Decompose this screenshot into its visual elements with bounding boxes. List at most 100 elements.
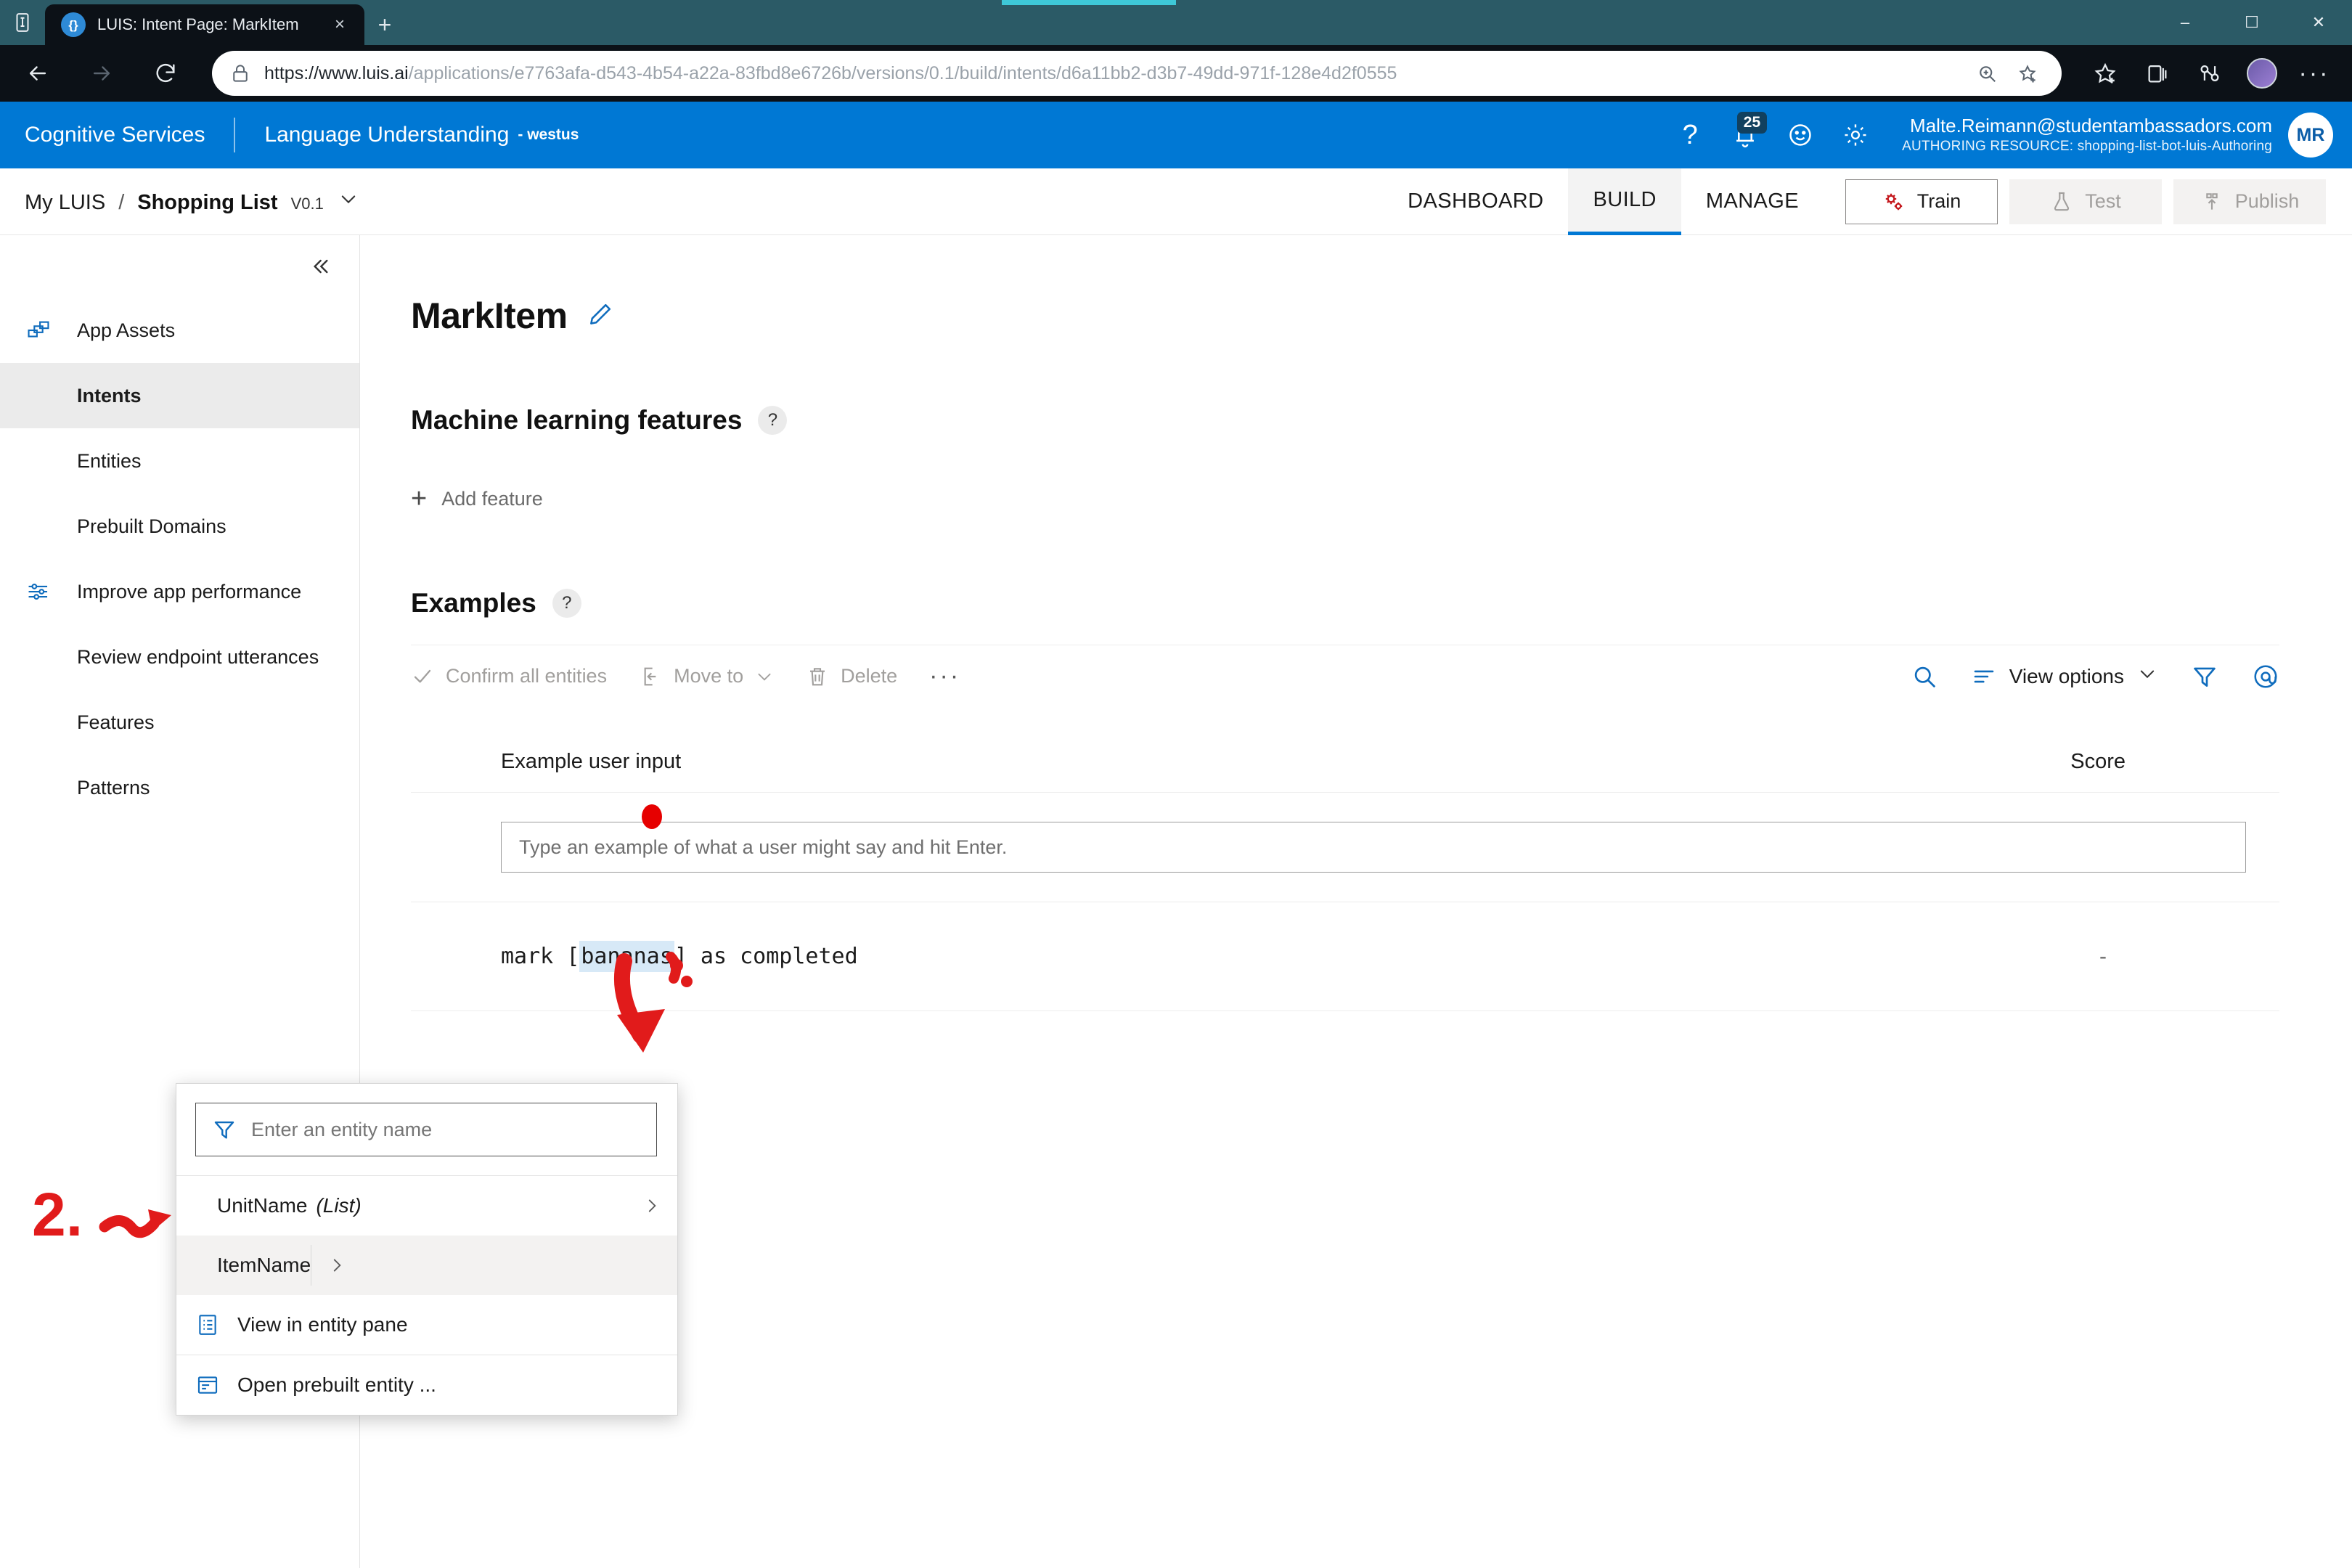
new-tab-button[interactable]: + [364, 4, 405, 45]
sidebar-item-improve-app-performance[interactable]: Improve app performance [0, 559, 359, 624]
language-understanding-label[interactable]: Language Understanding [264, 123, 509, 147]
menu-item-open-prebuilt-entity[interactable]: Open prebuilt entity ... [176, 1355, 677, 1415]
sidebar-item-intents[interactable]: Intents [0, 363, 359, 428]
feedback-smiley-icon[interactable] [1773, 102, 1828, 168]
tab-dashboard[interactable]: DASHBOARD [1383, 168, 1568, 235]
profile-avatar[interactable] [2236, 47, 2288, 99]
view-options-button[interactable]: View options [1972, 663, 2157, 689]
app-assets-icon [26, 318, 71, 343]
funnel-icon [214, 1121, 234, 1139]
sidebar-collapse-button[interactable] [0, 235, 359, 298]
filter-icon[interactable] [2191, 663, 2218, 690]
entity-search-box[interactable] [195, 1103, 657, 1156]
sidebar-item-label: Prebuilt Domains [77, 515, 226, 537]
entity-token[interactable]: bananas [579, 941, 674, 972]
browser-system-menu-icon[interactable] [0, 0, 45, 45]
page-title: MarkItem [411, 295, 568, 336]
add-feature-button[interactable]: + Add feature [411, 485, 2279, 513]
gears-icon [1885, 193, 1902, 210]
account-info[interactable]: Malte.Reimann@studentambassadors.com AUT… [1902, 114, 2272, 155]
chevron-right-icon[interactable] [311, 1245, 346, 1286]
avatar[interactable]: MR [2288, 113, 2333, 158]
new-utterance-input[interactable]: Type an example of what a user might say… [501, 822, 2246, 873]
new-utterance-row: Type an example of what a user might say… [411, 793, 2279, 902]
window-minimize-button[interactable]: – [2152, 0, 2218, 45]
sidebar-item-label: Intents [77, 384, 142, 407]
publish-button[interactable]: Publish [2173, 179, 2326, 224]
ml-features-title: Machine learning features [411, 405, 743, 435]
pencil-icon[interactable] [587, 301, 614, 332]
chevron-down-icon [2137, 663, 2157, 689]
sidebar-item-patterns[interactable]: Patterns [0, 755, 359, 820]
flask-icon [2054, 192, 2070, 211]
menu-item-label: View in entity pane [237, 1313, 408, 1336]
browser-tool-icons: ··· [2079, 47, 2352, 99]
menu-item-unitname[interactable]: UnitName (List) [176, 1176, 677, 1236]
chevron-down-icon[interactable] [338, 189, 359, 209]
entity-search-input[interactable] [251, 1118, 640, 1141]
tab-favicon-glyph: {} [68, 17, 78, 32]
ml-features-help-icon[interactable]: ? [758, 406, 788, 435]
browser-essentials-icon[interactable] [2184, 47, 2236, 99]
examples-title: Examples [411, 588, 536, 618]
settings-more-icon[interactable]: ··· [2288, 47, 2340, 99]
confirm-all-entities-label: Confirm all entities [446, 665, 608, 687]
search-icon[interactable] [1911, 663, 1938, 690]
menu-item-view-in-entity-pane[interactable]: View in entity pane [176, 1295, 677, 1355]
profile-avatar-circle [2247, 58, 2277, 89]
tab-close-icon[interactable]: × [325, 10, 354, 39]
delete-button[interactable]: Delete [806, 665, 897, 688]
browser-toolbar: https://www.luis.ai/applications/e7763af… [0, 45, 2352, 102]
sidebar-item-entities[interactable]: Entities [0, 428, 359, 494]
sidebar-item-label: Improve app performance [77, 580, 302, 603]
sidebar-item-app-assets[interactable]: App Assets [0, 298, 359, 363]
cognitive-services-label[interactable]: Cognitive Services [25, 123, 205, 147]
refresh-icon[interactable] [139, 47, 192, 99]
breadcrumb-app-name[interactable]: Shopping List [137, 191, 277, 215]
menu-item-label: ItemName [217, 1254, 311, 1276]
sidebar-item-label: Features [77, 711, 155, 733]
table-row[interactable]: mark [bananas] as completed - [411, 902, 2279, 1010]
zoom-icon[interactable] [1970, 57, 2004, 90]
train-button[interactable]: Train [1845, 179, 1998, 224]
main-tabs: DASHBOARD BUILD MANAGE [1383, 168, 1824, 235]
gear-icon[interactable] [1828, 102, 1883, 168]
favorite-add-icon[interactable] [2011, 57, 2044, 90]
breadcrumb-my-luis[interactable]: My LUIS [25, 191, 105, 215]
menu-item-itemname[interactable]: ItemName [176, 1236, 677, 1295]
favorites-icon[interactable] [2079, 47, 2131, 99]
utterance-text[interactable]: mark [bananas] as completed [501, 941, 858, 972]
window-maximize-button[interactable]: ☐ [2218, 0, 2285, 45]
back-icon[interactable] [12, 47, 64, 99]
app-version-label: V0.1 [290, 194, 324, 213]
browser-tab[interactable]: {} LUIS: Intent Page: MarkItem × [45, 4, 364, 45]
help-icon[interactable]: ? [1662, 102, 1718, 168]
sidebar-item-label: Entities [77, 449, 142, 472]
utterance-prefix: mark [501, 944, 567, 969]
sidebar-item-review-endpoint-utterances[interactable]: Review endpoint utterances [0, 624, 359, 690]
at-entity-icon[interactable] [2252, 663, 2279, 690]
tab-strip-accent [1002, 0, 1176, 5]
tab-build[interactable]: BUILD [1568, 168, 1681, 235]
window-close-button[interactable]: ✕ [2285, 0, 2352, 45]
sidebar-item-features[interactable]: Features [0, 690, 359, 755]
toolbar-overflow-button[interactable]: ··· [929, 662, 960, 690]
entity-close-bracket: ] [674, 944, 687, 969]
authoring-resource-label: AUTHORING RESOURCE: [1902, 138, 2074, 154]
tab-title: LUIS: Intent Page: MarkItem [97, 15, 299, 33]
examples-help-icon[interactable]: ? [552, 589, 581, 618]
collections-icon[interactable] [2131, 47, 2184, 99]
notifications-icon[interactable]: 25 [1718, 102, 1773, 168]
confirm-all-entities-button[interactable]: Confirm all entities [411, 665, 607, 688]
utterance-score: - [2099, 944, 2107, 968]
tab-favicon-icon: {} [61, 12, 86, 37]
prebuilt-entity-icon [197, 1376, 218, 1394]
forward-icon[interactable] [75, 47, 128, 99]
menu-item-label: UnitName [217, 1194, 308, 1217]
sidebar-item-prebuilt-domains[interactable]: Prebuilt Domains [0, 494, 359, 559]
test-button[interactable]: Test [2009, 179, 2162, 224]
address-bar[interactable]: https://www.luis.ai/applications/e7763af… [212, 51, 2062, 96]
lock-icon [233, 65, 248, 82]
tab-manage[interactable]: MANAGE [1681, 168, 1824, 235]
move-to-button[interactable]: Move to [639, 665, 774, 688]
